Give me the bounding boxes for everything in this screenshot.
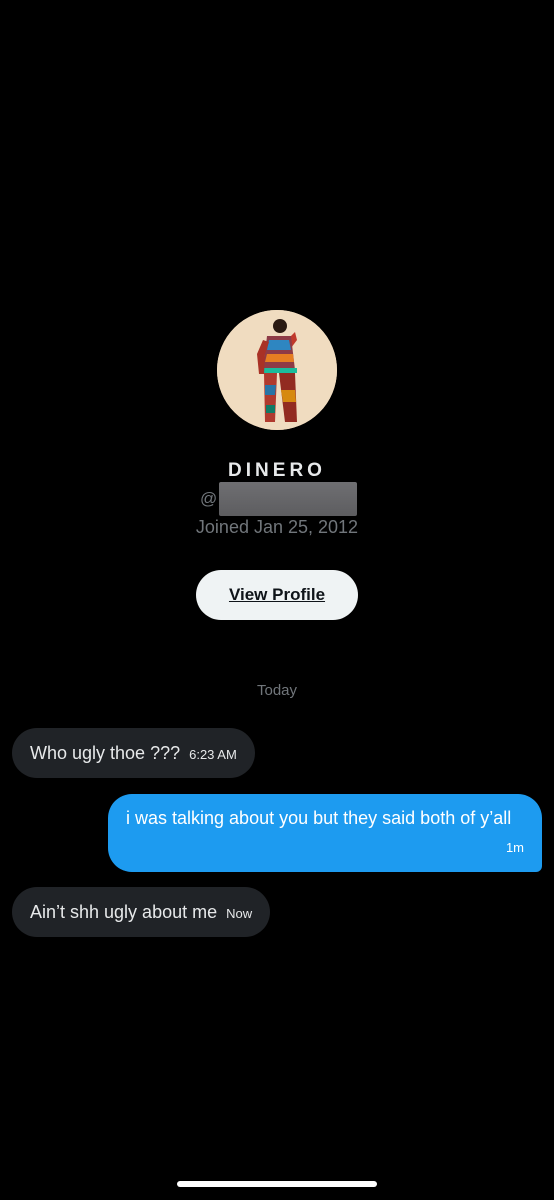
message-timestamp: Now (226, 906, 253, 921)
home-indicator[interactable] (177, 1181, 377, 1187)
message-bubble-incoming[interactable]: Who ugly thoe ??? 6:23 AM (12, 728, 255, 778)
message-text: Ain’t shh ugly about me (30, 902, 218, 922)
handle-redaction (219, 482, 358, 516)
view-profile-button[interactable]: View Profile (196, 570, 358, 620)
profile-avatar[interactable] (217, 310, 337, 430)
message-bubble-incoming[interactable]: Ain’t shh ugly about me Now (12, 887, 271, 937)
avatar-photo (217, 310, 337, 430)
message-bubble-outgoing[interactable]: i was talking about you but they said bo… (108, 794, 542, 872)
day-separator: Today (256, 682, 298, 699)
joined-date: Joined Jan 25, 2012 (195, 517, 359, 537)
handle-prefix: @ (200, 489, 218, 508)
message-timestamp: 1m (505, 840, 524, 855)
message-timestamp: 6:23 AM (189, 747, 237, 762)
handle-row: @ (200, 482, 358, 516)
display-name: DINERO (228, 460, 326, 481)
message-text: i was talking about you but they said bo… (126, 808, 512, 828)
message-text: Who ugly thoe ??? (30, 743, 181, 763)
